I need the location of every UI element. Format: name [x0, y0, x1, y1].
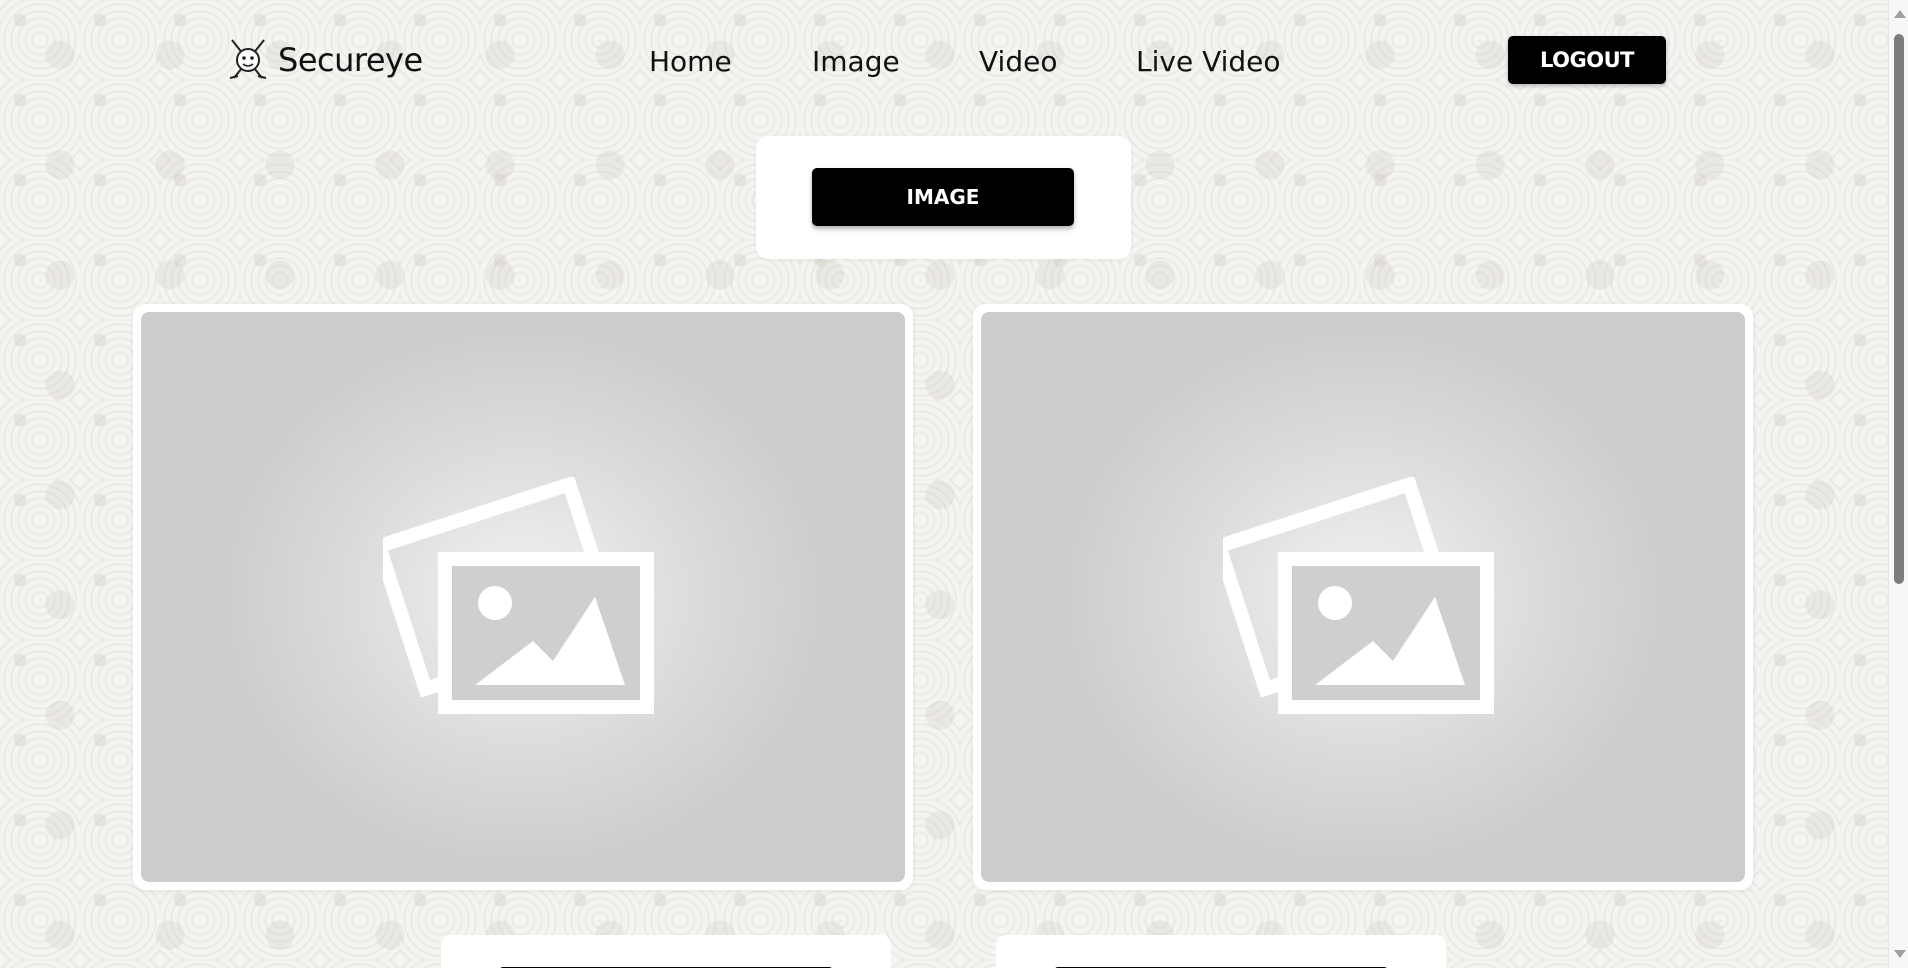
scroll-down-arrow-icon[interactable]	[1894, 950, 1906, 958]
image-mode-button[interactable]: IMAGE	[812, 168, 1074, 226]
mode-card: IMAGE	[756, 136, 1131, 259]
output-image-placeholder	[981, 312, 1745, 882]
nav-link-live-video[interactable]: Live Video	[1136, 42, 1281, 82]
scroll-up-arrow-icon[interactable]	[1894, 10, 1906, 18]
nav-link-home[interactable]: Home	[649, 42, 732, 82]
bottom-card-left	[441, 935, 891, 968]
logout-button[interactable]: LOGOUT	[1508, 36, 1666, 84]
nav-link-video[interactable]: Video	[979, 42, 1057, 82]
output-image-frame	[973, 304, 1753, 890]
vertical-scrollbar[interactable]	[1888, 0, 1908, 968]
input-image-frame	[133, 304, 913, 890]
scrollbar-thumb[interactable]	[1894, 34, 1904, 584]
top-navbar: Secureye Home Image Video Live Video LOG…	[0, 0, 1888, 120]
nav-link-image[interactable]: Image	[812, 42, 900, 82]
image-placeholder-icon	[1223, 477, 1494, 714]
input-image-placeholder	[141, 312, 905, 882]
bottom-card-right	[996, 935, 1446, 968]
image-placeholder-icon	[383, 477, 654, 714]
